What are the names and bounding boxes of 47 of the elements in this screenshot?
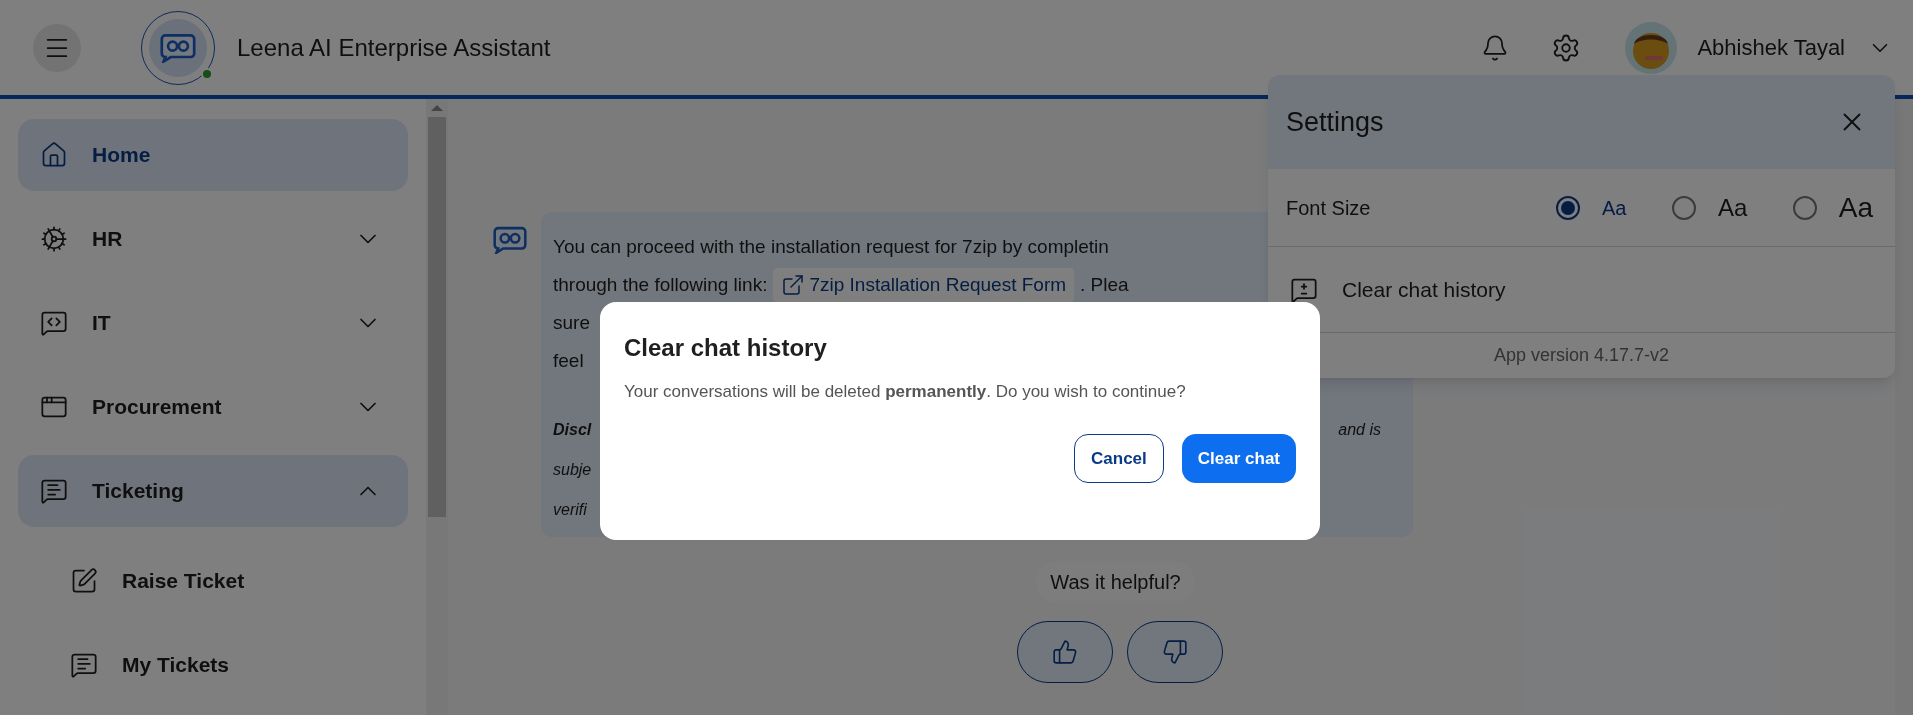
sidebar-item[interactable]: HR [18,203,408,275]
chat-code-icon [40,309,68,337]
radio-button[interactable] [1792,195,1817,220]
radio-button[interactable] [1671,195,1696,220]
font-size-option[interactable]: Aa [1671,189,1748,226]
panel-title: Settings [1286,105,1384,139]
font-size-label: Font Size [1286,195,1372,221]
scrollbar[interactable] [1895,99,1913,715]
sidebar-item[interactable]: IT [18,287,408,359]
sidebar-subitem[interactable]: My Tickets [18,635,408,695]
message-text: feel [553,348,584,373]
disclaimer-text: subje [553,460,592,480]
sidebar-item[interactable]: Home [18,119,408,191]
cancel-button[interactable]: Cancel [1074,434,1164,483]
app-title: Leena AI Enterprise Assistant [237,32,551,63]
disclaimer-text: Discl [553,420,592,440]
home-icon [40,141,68,169]
sidebar-item[interactable]: Procurement [18,371,408,443]
chat-lines-icon [70,651,98,679]
app-version: App version 4.17.7-v2 [1493,344,1670,367]
scrollbar[interactable] [426,99,448,715]
menu-button[interactable] [33,23,81,72]
user-name[interactable]: Abhishek Tayal [1697,31,1845,64]
disclaimer-text: verifi [553,500,587,520]
dialog-message: Your conversations will be deleted permanently. Do you wish to continue? [624,381,1187,403]
message-text: sure [553,310,590,335]
user-avatar[interactable] [1625,21,1678,74]
font-size-option[interactable]: Aa [1556,192,1627,223]
bot-icon [493,226,527,254]
confirm-button[interactable]: Clear chat [1181,434,1296,483]
form-link[interactable]: 7zip Installation Request Form [773,268,1075,302]
gear-icon [40,225,68,253]
message-text: You can proceed with the installation request for 7zip by completin [553,234,1109,259]
sidebar-item[interactable]: Ticketing [18,455,408,527]
message-text: . Plea [1080,272,1129,297]
dialog-title: Clear chat history [624,333,828,363]
pencil-square-icon [70,567,98,595]
chat-logo-icon [160,32,196,63]
thumbs-up-icon [1051,639,1078,665]
disclaimer-text: and is [1338,420,1381,440]
sidebar-subitem[interactable]: Raise Ticket [18,551,408,611]
chat-lines-icon [40,477,68,505]
thumbs-down-icon [1161,639,1188,665]
external-link-icon [781,273,806,297]
message-text: through the following link: [553,272,768,297]
radio-button[interactable] [1556,195,1580,220]
font-size-option[interactable]: Aa [1792,186,1873,229]
